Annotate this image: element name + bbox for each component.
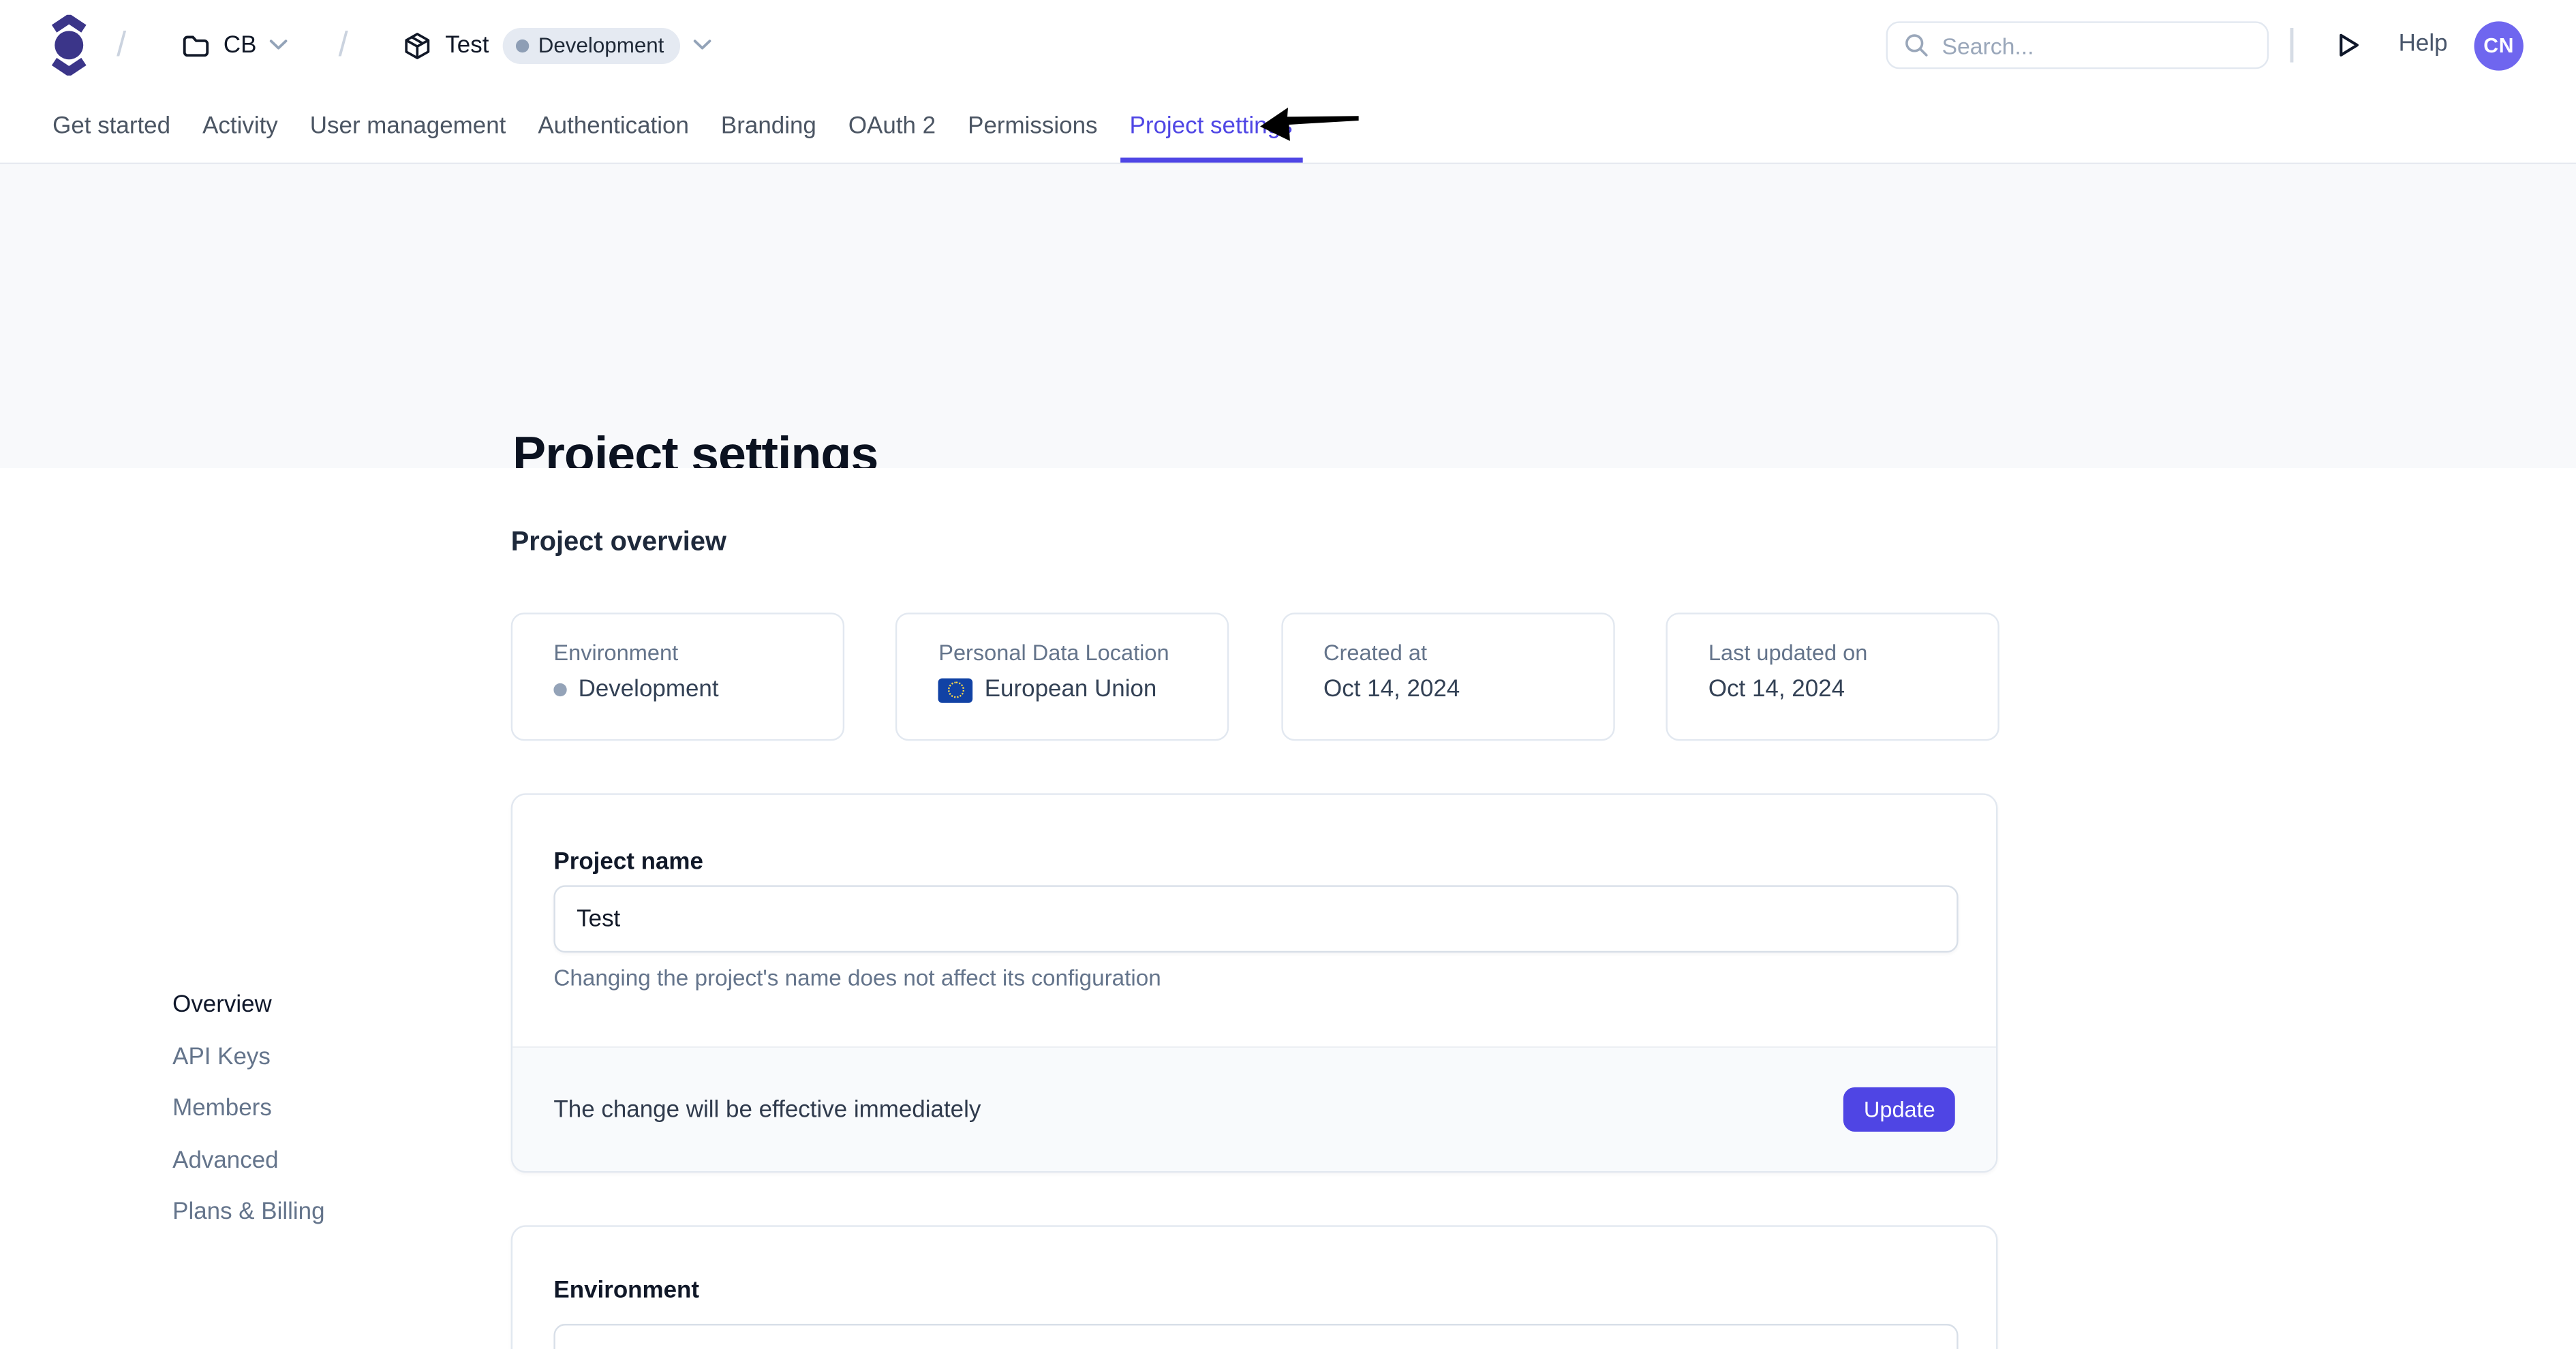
- environment-select[interactable]: Development: [553, 1324, 1958, 1349]
- info-card-value: European Union: [985, 677, 1157, 703]
- update-button[interactable]: Update: [1844, 1087, 1955, 1132]
- section-title: Project overview: [511, 527, 726, 559]
- sidebar-item-overview[interactable]: Overview: [172, 991, 324, 1020]
- project-name-card: Project name Changing the project's name…: [511, 793, 1998, 1173]
- environment-card: Environment Development: [511, 1225, 1998, 1349]
- sidebar-item-plans-billing[interactable]: Plans & Billing: [172, 1197, 324, 1226]
- project-name-input[interactable]: [553, 885, 1958, 952]
- breadcrumb-org-dropdown[interactable]: CB: [181, 0, 288, 91]
- sidebar-item-members[interactable]: Members: [172, 1094, 324, 1123]
- footer-note: The change will be effective immediately: [553, 1096, 981, 1123]
- tab-project-settings[interactable]: Project settings: [1130, 91, 1293, 163]
- info-card-value: Oct 14, 2024: [1708, 677, 1845, 703]
- top-bar: / CB / Test Development: [0, 0, 2576, 91]
- avatar[interactable]: CN: [2474, 20, 2524, 69]
- environment-badge[interactable]: Development: [502, 27, 681, 63]
- sidebar-item-api-keys[interactable]: API Keys: [172, 1042, 324, 1072]
- sidebar-item-advanced[interactable]: Advanced: [172, 1145, 324, 1175]
- info-card-label: Last updated on: [1708, 640, 1997, 665]
- info-card-label: Created at: [1323, 640, 1612, 665]
- page-header: Project settings Project settings/Overvi…: [0, 164, 2576, 468]
- search-box[interactable]: [1886, 21, 2269, 69]
- breadcrumb-separator: /: [117, 0, 126, 91]
- content-area: Overview API Keys Members Advanced Plans…: [0, 468, 2576, 1349]
- environment-badge-label: Development: [538, 33, 664, 57]
- info-card-value: Oct 14, 2024: [1323, 677, 1460, 703]
- info-card-created-at: Created at Oct 14, 2024: [1281, 613, 1614, 741]
- environment-label: Environment: [553, 1278, 699, 1305]
- breadcrumb-separator: /: [339, 0, 348, 91]
- app-window: / CB / Test Development: [0, 0, 2576, 1349]
- search-icon: [1904, 33, 1929, 57]
- status-dot-icon: [515, 39, 528, 52]
- breadcrumb-project-dropdown[interactable]: Test Development: [403, 0, 712, 91]
- eu-flag-icon: [938, 677, 973, 702]
- logo-icon[interactable]: [51, 15, 87, 76]
- info-card-environment: Environment Development: [511, 613, 844, 741]
- tab-oauth2[interactable]: OAuth 2: [848, 91, 936, 163]
- search-input[interactable]: [1942, 32, 2250, 59]
- topbar-divider: [2290, 28, 2293, 63]
- primary-tab-bar: Get started Activity User management Aut…: [0, 91, 2576, 164]
- tab-permissions[interactable]: Permissions: [968, 91, 1097, 163]
- breadcrumb-project-label: Test: [445, 32, 489, 59]
- tab-get-started[interactable]: Get started: [52, 91, 170, 163]
- project-name-card-footer: The change will be effective immediately…: [512, 1046, 1996, 1171]
- package-icon: [403, 31, 432, 60]
- info-card-label: Personal Data Location: [938, 640, 1227, 665]
- tab-activity[interactable]: Activity: [202, 91, 278, 163]
- breadcrumb-org-label: CB: [224, 32, 257, 59]
- info-card-data-location: Personal Data Location European Union: [896, 613, 1229, 741]
- info-card-label: Environment: [553, 640, 842, 665]
- info-card-value: Development: [579, 677, 719, 703]
- tab-branding[interactable]: Branding: [721, 91, 816, 163]
- status-dot-icon: [553, 683, 566, 696]
- help-link[interactable]: Help: [2399, 0, 2448, 91]
- settings-side-nav: Overview API Keys Members Advanced Plans…: [172, 991, 324, 1227]
- environment-select-value: Development: [603, 1344, 739, 1349]
- folder-icon: [181, 31, 210, 60]
- info-cards-row: Environment Development Personal Data Lo…: [511, 613, 1999, 741]
- tab-authentication[interactable]: Authentication: [538, 91, 689, 163]
- chevron-down-icon: [694, 40, 712, 51]
- tab-user-management[interactable]: User management: [310, 91, 506, 163]
- chevron-down-icon: [270, 40, 288, 51]
- info-card-last-updated: Last updated on Oct 14, 2024: [1666, 613, 1999, 741]
- project-name-helper-text: Changing the project's name does not aff…: [553, 966, 1161, 991]
- project-name-label: Project name: [553, 849, 703, 875]
- play-icon[interactable]: [2337, 33, 2361, 57]
